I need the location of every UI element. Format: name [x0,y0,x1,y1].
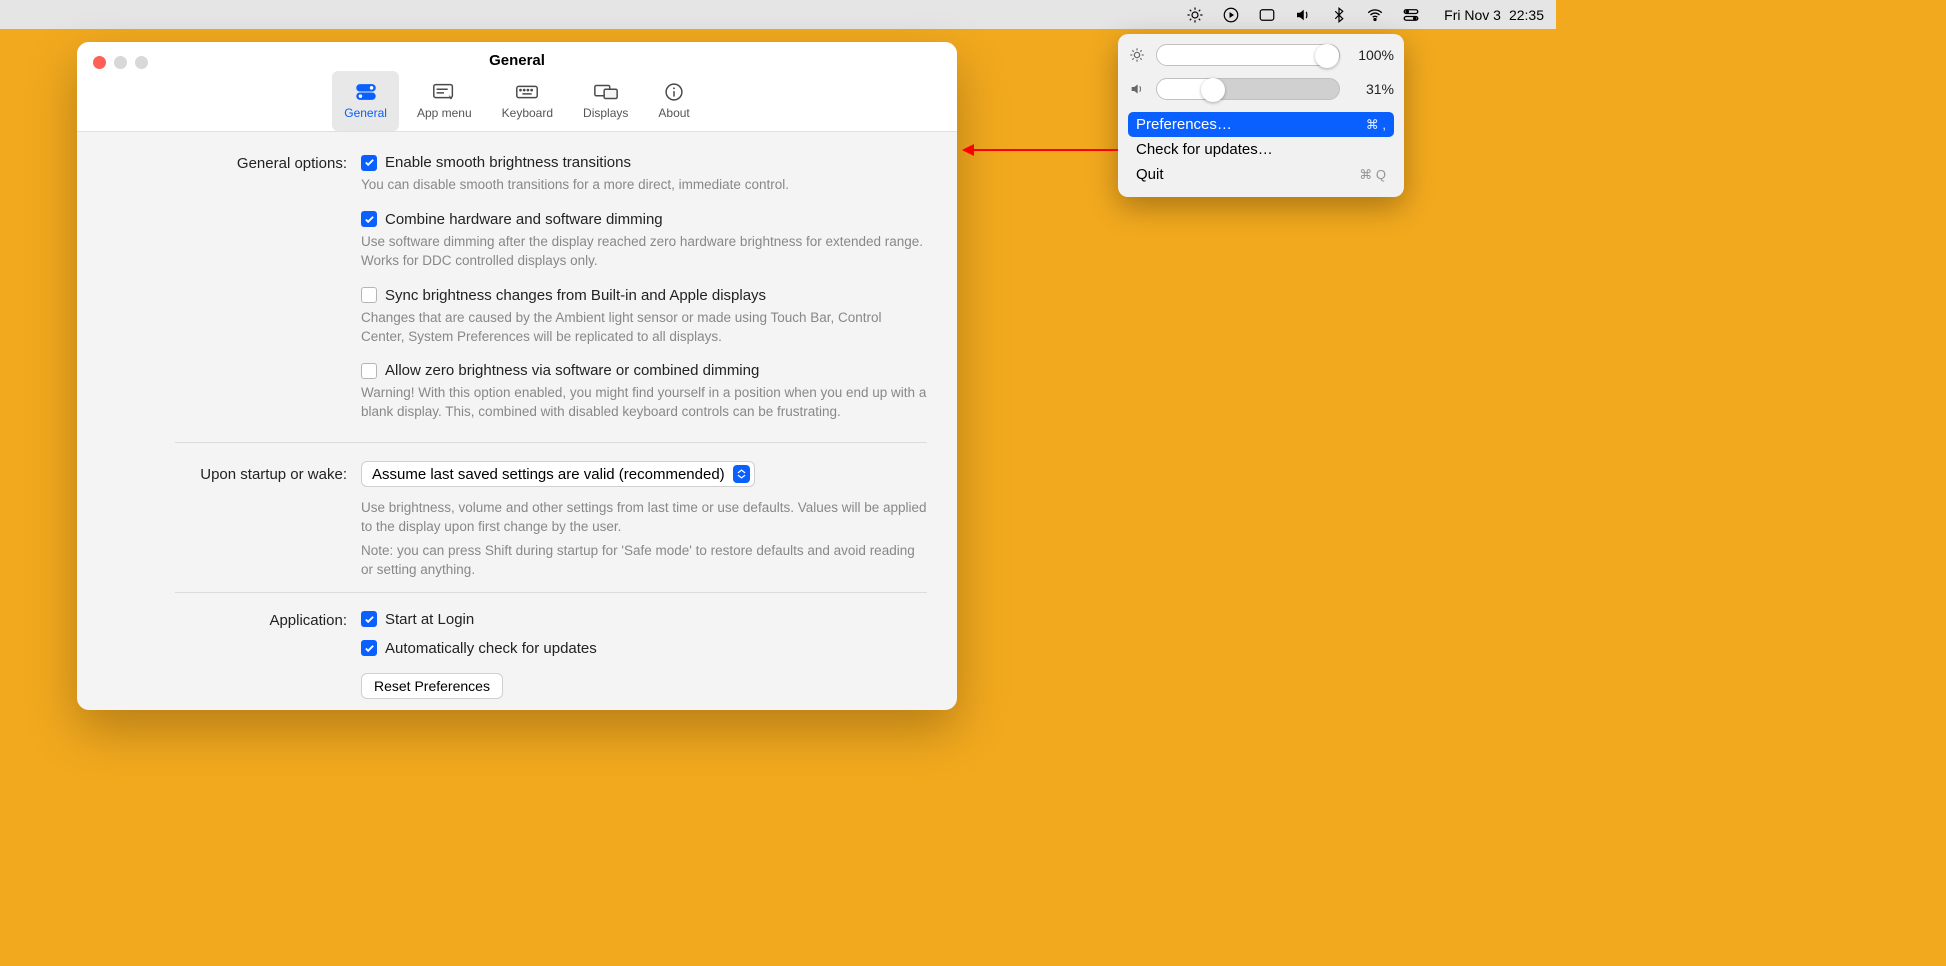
brightness-icon[interactable] [1186,6,1204,24]
option-zero-hint: Warning! With this option enabled, you m… [361,384,927,422]
volume-icon[interactable] [1294,6,1312,24]
titlebar: General General App menu Keyboard Displa… [77,42,957,132]
startup-label: Upon startup or wake: [107,466,347,483]
menubar-date[interactable]: Fri Nov 3 [1444,7,1501,23]
volume-slider-icon [1128,81,1146,97]
option-sync-hint: Changes that are caused by the Ambient l… [361,309,927,347]
play-circle-icon[interactable] [1222,6,1240,24]
tab-displays[interactable]: Displays [571,71,640,131]
info-icon [661,81,687,103]
checkbox-smooth-transitions[interactable] [361,155,377,171]
tab-app-menu[interactable]: App menu [405,71,484,131]
shortcut-quit: ⌘ Q [1359,167,1386,183]
menu-item-quit[interactable]: Quit ⌘ Q [1128,162,1394,187]
startup-select-value: Assume last saved settings are valid (re… [372,466,725,483]
checkbox-combine-dimming[interactable] [361,211,377,227]
option-sync-label: Sync brightness changes from Built-in an… [385,287,766,304]
option-zero-label: Allow zero brightness via software or co… [385,362,759,379]
menubar-popover: 100% 31% Preferences… ⌘ , Check for upda… [1118,34,1404,197]
menu-item-check-updates[interactable]: Check for updates… [1128,137,1394,162]
checkbox-sync-brightness[interactable] [361,287,377,303]
startup-hint-2: Note: you can press Shift during startup… [361,542,927,580]
screen-icon[interactable] [1258,6,1276,24]
startup-select[interactable]: Assume last saved settings are valid (re… [361,461,755,487]
reset-preferences-button[interactable]: Reset Preferences [361,673,503,699]
startup-hint-1: Use brightness, volume and other setting… [361,499,927,537]
bluetooth-icon[interactable] [1330,6,1348,24]
checkbox-auto-update[interactable] [361,640,377,656]
window-title: General [77,52,957,69]
menubar: Fri Nov 3 22:35 [0,0,1556,29]
tab-keyboard[interactable]: Keyboard [490,71,565,131]
option-combine-label: Combine hardware and software dimming [385,211,663,228]
general-options-label: General options: [107,155,347,172]
volume-value: 31% [1350,81,1394,97]
wifi-icon[interactable] [1366,6,1384,24]
shortcut-preferences: ⌘ , [1366,117,1386,133]
displays-icon [593,81,619,103]
option-smooth-hint: You can disable smooth transitions for a… [361,176,927,195]
option-auto-update-label: Automatically check for updates [385,640,597,657]
application-label: Application: [107,612,347,629]
checkbox-zero-brightness[interactable] [361,363,377,379]
chevrons-icon [733,465,750,483]
tab-about[interactable]: About [646,71,701,131]
control-center-icon[interactable] [1402,6,1420,24]
volume-slider[interactable] [1156,78,1340,100]
preferences-window: General General App menu Keyboard Displa… [77,42,957,710]
checkbox-start-at-login[interactable] [361,611,377,627]
keyboard-icon [514,81,540,103]
annotation-arrow [960,140,1120,160]
brightness-value: 100% [1350,47,1394,63]
option-smooth-label: Enable smooth brightness transitions [385,154,631,171]
brightness-slider-icon [1128,47,1146,63]
divider [175,442,927,443]
menu-item-preferences[interactable]: Preferences… ⌘ , [1128,112,1394,137]
option-combine-hint: Use software dimming after the display r… [361,233,927,271]
option-start-login-label: Start at Login [385,611,474,628]
menubar-time[interactable]: 22:35 [1509,7,1544,23]
toggles-icon [353,81,379,103]
tab-general[interactable]: General [332,71,399,131]
divider [175,592,927,593]
brightness-slider[interactable] [1156,44,1340,66]
menu-cursor-icon [431,81,457,103]
